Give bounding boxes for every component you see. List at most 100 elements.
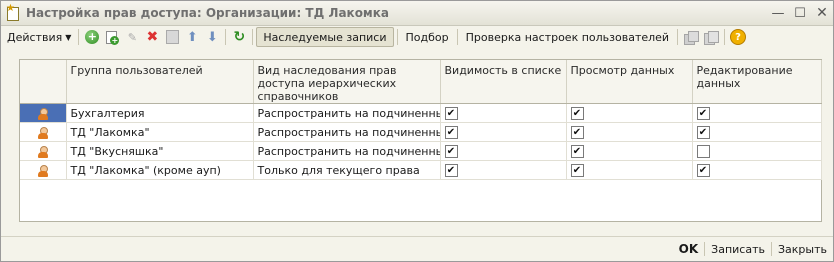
selection-button[interactable]: Подбор (401, 27, 454, 47)
inheritance-cell[interactable]: Распространить на подчиненных (253, 141, 441, 161)
help-button[interactable]: ? (728, 27, 748, 47)
group-cell[interactable]: Бухгалтерия (66, 103, 254, 123)
actions-menu-button[interactable]: Действия ▼ (1, 27, 75, 47)
visible-checkbox-cell: ✔ (440, 160, 567, 180)
edit-checkbox[interactable]: ✔ (696, 125, 710, 139)
table-row[interactable]: ТД "Лакомка" (кроме ауп) Только для текущ… (20, 160, 822, 180)
edit-checkbox[interactable]: ✔ (696, 106, 710, 120)
view-checkbox-cell: ✔ (566, 141, 693, 161)
view-checkbox-cell: ✔ (566, 160, 693, 180)
arrow-down-icon: ⬇ (206, 29, 218, 45)
group-cell[interactable]: ТД "Вкусняшка" (66, 141, 254, 161)
actions-label: Действия (7, 30, 63, 44)
table-header-row: Группа пользователей Вид наследования пр… (20, 60, 822, 104)
row-icon-cell (20, 103, 67, 123)
ok-button[interactable]: OK (673, 242, 705, 256)
toolbar-separator (225, 29, 227, 45)
column-header-icon (20, 60, 67, 104)
row-icon-cell (20, 122, 67, 142)
arrow-up-icon: ⬆ (186, 29, 198, 45)
view-checkbox-cell: ✔ (566, 122, 693, 142)
stack-icon (684, 30, 700, 45)
close-window-button[interactable]: ✕ (811, 5, 833, 21)
table-row[interactable]: Бухгалтерия Распространить на подчиненных… (20, 103, 822, 123)
visible-checkbox-cell: ✔ (440, 122, 567, 142)
inheritance-cell[interactable]: Распространить на подчиненных (253, 103, 441, 123)
group-cell[interactable]: ТД "Лакомка" (66, 122, 254, 142)
toolbar-separator (78, 29, 80, 45)
visible-checkbox[interactable]: ✔ (444, 144, 458, 158)
visible-checkbox-cell: ✔ (440, 141, 567, 161)
edit-checkbox-cell: ✔ (692, 103, 822, 123)
paste-settings-button[interactable] (701, 27, 721, 47)
edit-checkbox-cell (692, 141, 822, 161)
pages-icon (704, 30, 720, 45)
table-row[interactable]: ТД "Лакомка" Распространить на подчиненны… (20, 122, 822, 142)
edit-button[interactable]: ✎ (122, 27, 142, 47)
row-icon-cell (20, 141, 67, 161)
user-icon (37, 126, 49, 139)
title-bar[interactable]: ★ Настройка прав доступа: Организации: Т… (1, 1, 833, 26)
visible-checkbox[interactable]: ✔ (444, 106, 458, 120)
inheritance-cell[interactable]: Только для текущего права (253, 160, 441, 180)
column-header-group[interactable]: Группа пользователей (66, 60, 254, 104)
dialog-footer: OK Записать Закрыть (1, 236, 833, 261)
column-header-visibility[interactable]: Видимость в списке (440, 60, 567, 104)
delete-button[interactable]: ✖ (142, 27, 162, 47)
view-checkbox-cell: ✔ (566, 103, 693, 123)
help-icon: ? (730, 29, 747, 45)
refresh-button[interactable]: ↻ (229, 27, 249, 47)
toolbar-separator (252, 29, 254, 45)
close-button[interactable]: Закрыть (772, 243, 833, 256)
delete-icon: ✖ (146, 29, 159, 45)
edit-checkbox[interactable] (696, 144, 710, 158)
copy-settings-button[interactable] (681, 27, 701, 47)
inheritance-cell[interactable]: Распространить на подчиненных (253, 122, 441, 142)
floppy-icon (165, 30, 179, 44)
visible-checkbox[interactable]: ✔ (444, 125, 458, 139)
add-icon: + (85, 30, 100, 44)
user-group-icon (37, 107, 49, 120)
visible-checkbox[interactable]: ✔ (444, 163, 458, 177)
edit-checkbox-cell: ✔ (692, 122, 822, 142)
edit-checkbox[interactable]: ✔ (696, 163, 710, 177)
toolbar: Действия ▼ + + ✎ ✖ ⬆ ⬇ ↻ Наследуемые запи… (1, 26, 833, 48)
column-header-inheritance[interactable]: Вид наследования прав доступа иерархичес… (253, 60, 441, 104)
toolbar-separator (396, 29, 398, 45)
view-checkbox[interactable]: ✔ (570, 106, 584, 120)
window-controls: — ☐ ✕ (767, 1, 833, 25)
inherited-records-toggle[interactable]: Наследуемые записи (256, 27, 394, 47)
save-button[interactable]: Записать (705, 243, 771, 256)
edit-checkbox-cell: ✔ (692, 160, 822, 180)
group-cell[interactable]: ТД "Лакомка" (кроме ауп) (66, 160, 254, 180)
view-checkbox[interactable]: ✔ (570, 163, 584, 177)
check-user-settings-button[interactable]: Проверка настроек пользователей (461, 27, 674, 47)
access-rights-window: ★ Настройка прав доступа: Организации: Т… (0, 0, 834, 262)
pencil-icon: ✎ (127, 30, 137, 44)
window-title: Настройка прав доступа: Организации: ТД … (26, 6, 389, 20)
move-up-button[interactable]: ⬆ (182, 27, 202, 47)
user-icon (37, 145, 49, 158)
chevron-down-icon: ▼ (65, 32, 72, 42)
visible-checkbox-cell: ✔ (440, 103, 567, 123)
toolbar-separator (724, 29, 726, 45)
row-icon-cell (20, 160, 67, 180)
refresh-icon: ↻ (233, 29, 246, 45)
copy-icon: + (106, 30, 120, 45)
add-button[interactable]: + (82, 27, 102, 47)
maximize-button[interactable]: ☐ (789, 6, 811, 21)
view-checkbox[interactable]: ✔ (570, 144, 584, 158)
document-icon: ★ (6, 3, 20, 21)
save-record-button[interactable] (162, 27, 182, 47)
minimize-button[interactable]: — (767, 6, 789, 21)
column-header-view[interactable]: Просмотр данных (566, 60, 693, 104)
user-icon (37, 164, 49, 177)
toolbar-separator (456, 29, 458, 45)
table-row[interactable]: ТД "Вкусняшка" Распространить на подчинен… (20, 141, 822, 161)
move-down-button[interactable]: ⬇ (202, 27, 222, 47)
access-rights-table: Группа пользователей Вид наследования пр… (19, 59, 822, 222)
toolbar-separator (677, 29, 679, 45)
column-header-edit[interactable]: Редактирование данных (692, 60, 822, 104)
copy-button[interactable]: + (102, 27, 122, 47)
view-checkbox[interactable]: ✔ (570, 125, 584, 139)
